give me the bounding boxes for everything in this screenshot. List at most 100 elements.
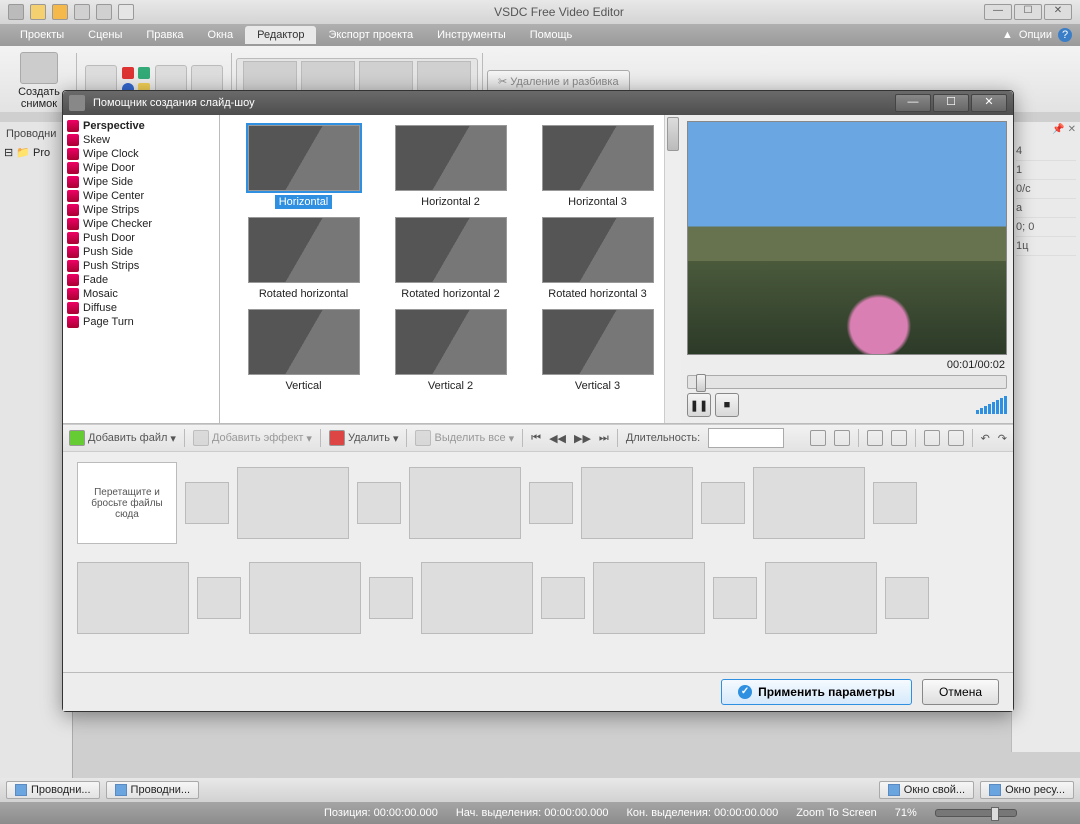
dock-item[interactable]: Проводни...: [106, 781, 200, 799]
volume-indicator[interactable]: [976, 396, 1007, 414]
tool-icon[interactable]: [867, 430, 883, 446]
storyboard-drop-hint[interactable]: Перетащите и бросьте файлы сюда: [77, 462, 177, 544]
options-menu[interactable]: Опции: [1019, 29, 1052, 41]
transport-next-icon[interactable]: ▶▶: [574, 432, 591, 445]
dock-item[interactable]: Проводни...: [6, 781, 100, 799]
tab-tools[interactable]: Инструменты: [425, 26, 518, 44]
qat-open-icon[interactable]: [52, 4, 68, 20]
undo-icon[interactable]: ↶: [981, 432, 990, 445]
effect-thumb-item[interactable]: Vertical: [234, 309, 373, 393]
transition-slot[interactable]: [873, 482, 917, 524]
effect-category-item[interactable]: Diffuse: [65, 301, 217, 315]
apply-button[interactable]: ✓Применить параметры: [721, 679, 912, 705]
transition-slot[interactable]: [713, 577, 757, 619]
pin-icon[interactable]: 📌 ✕: [1052, 124, 1076, 135]
select-all-button[interactable]: Выделить все ▾: [415, 430, 514, 446]
effect-category-item[interactable]: Skew: [65, 133, 217, 147]
zoom-slider[interactable]: [935, 809, 1017, 817]
tab-scenes[interactable]: Сцены: [76, 26, 134, 44]
media-slot[interactable]: [753, 467, 865, 539]
add-file-button[interactable]: Добавить файл ▾: [69, 430, 176, 446]
dialog-titlebar[interactable]: Помощник создания слайд-шоу — ☐ ✕: [63, 91, 1013, 115]
shape-triangle-icon[interactable]: [138, 67, 150, 79]
dialog-maximize-button[interactable]: ☐: [933, 94, 969, 112]
duration-input[interactable]: [708, 428, 784, 448]
preview-seekbar[interactable]: [687, 375, 1007, 389]
pause-button[interactable]: ❚❚: [687, 393, 711, 417]
transport-prev-icon[interactable]: ◀◀: [549, 432, 566, 445]
help-icon[interactable]: ?: [1058, 28, 1072, 42]
effect-category-item[interactable]: Wipe Clock: [65, 147, 217, 161]
effect-category-item[interactable]: Page Turn: [65, 315, 217, 329]
transport-last-icon[interactable]: ⏭: [599, 432, 609, 445]
delete-button[interactable]: Удалить ▾: [329, 430, 399, 446]
qat-more-icon[interactable]: [118, 4, 134, 20]
storyboard[interactable]: Перетащите и бросьте файлы сюда: [63, 452, 1013, 672]
transition-slot[interactable]: [357, 482, 401, 524]
tool-icon[interactable]: [834, 430, 850, 446]
effect-thumb-item[interactable]: Rotated horizontal 2: [381, 217, 520, 301]
tool-icon[interactable]: [810, 430, 826, 446]
effect-category-item[interactable]: Wipe Side: [65, 175, 217, 189]
effect-thumb-item[interactable]: Vertical 3: [528, 309, 667, 393]
scrollbar-thumb[interactable]: [667, 117, 679, 151]
transition-slot[interactable]: [369, 577, 413, 619]
dock-item[interactable]: Окно свой...: [879, 781, 974, 799]
tab-projects[interactable]: Проекты: [8, 26, 76, 44]
qat-undo-icon[interactable]: [96, 4, 112, 20]
tab-edit[interactable]: Правка: [134, 26, 195, 44]
transition-slot[interactable]: [197, 577, 241, 619]
media-slot[interactable]: [421, 562, 533, 634]
close-button[interactable]: ✕: [1044, 4, 1072, 20]
tool-icon[interactable]: [891, 430, 907, 446]
redo-icon[interactable]: ↷: [998, 432, 1007, 445]
effect-category-item[interactable]: Perspective: [65, 119, 217, 133]
transition-slot[interactable]: [885, 577, 929, 619]
tab-windows[interactable]: Окна: [196, 26, 246, 44]
dialog-close-button[interactable]: ✕: [971, 94, 1007, 112]
dock-item[interactable]: Окно ресу...: [980, 781, 1074, 799]
tab-help[interactable]: Помощь: [518, 26, 585, 44]
media-slot[interactable]: [581, 467, 693, 539]
tab-export[interactable]: Экспорт проекта: [316, 26, 425, 44]
effect-thumb-item[interactable]: Rotated horizontal 3: [528, 217, 667, 301]
effect-thumb-item[interactable]: Horizontal 2: [381, 125, 520, 209]
effect-thumb-item[interactable]: Vertical 2: [381, 309, 520, 393]
transition-slot[interactable]: [541, 577, 585, 619]
media-slot[interactable]: [77, 562, 189, 634]
shape-square-icon[interactable]: [122, 67, 134, 79]
tree-root[interactable]: ⊟ 📁 Pro: [4, 144, 68, 161]
grid-scrollbar[interactable]: [664, 115, 681, 423]
transport-first-icon[interactable]: ⏮: [531, 432, 541, 445]
effect-thumb-item[interactable]: Horizontal: [234, 125, 373, 209]
media-slot[interactable]: [765, 562, 877, 634]
transition-slot[interactable]: [701, 482, 745, 524]
effect-category-item[interactable]: Mosaic: [65, 287, 217, 301]
transition-slot[interactable]: [529, 482, 573, 524]
effect-category-item[interactable]: Push Strips: [65, 259, 217, 273]
dialog-minimize-button[interactable]: —: [895, 94, 931, 112]
qat-save-icon[interactable]: [74, 4, 90, 20]
tool-icon[interactable]: [948, 430, 964, 446]
effect-category-item[interactable]: Push Door: [65, 231, 217, 245]
effect-category-item[interactable]: Wipe Door: [65, 161, 217, 175]
effect-category-item[interactable]: Wipe Center: [65, 189, 217, 203]
effect-category-list[interactable]: PerspectiveSkewWipe ClockWipe DoorWipe S…: [63, 115, 220, 423]
maximize-button[interactable]: ☐: [1014, 4, 1042, 20]
cancel-button[interactable]: Отмена: [922, 679, 999, 705]
media-slot[interactable]: [409, 467, 521, 539]
stop-button[interactable]: ■: [715, 393, 739, 417]
seek-knob[interactable]: [696, 374, 706, 392]
media-slot[interactable]: [593, 562, 705, 634]
effect-category-item[interactable]: Push Side: [65, 245, 217, 259]
effect-thumb-item[interactable]: Horizontal 3: [528, 125, 667, 209]
tab-editor[interactable]: Редактор: [245, 26, 316, 44]
transition-slot[interactable]: [185, 482, 229, 524]
minimize-button[interactable]: —: [984, 4, 1012, 20]
add-effect-button[interactable]: Добавить эффект ▾: [193, 430, 312, 446]
effect-thumb-item[interactable]: Rotated horizontal: [234, 217, 373, 301]
effect-category-item[interactable]: Wipe Strips: [65, 203, 217, 217]
effect-category-item[interactable]: Wipe Checker: [65, 217, 217, 231]
tool-icon[interactable]: [924, 430, 940, 446]
qat-new-icon[interactable]: [30, 4, 46, 20]
